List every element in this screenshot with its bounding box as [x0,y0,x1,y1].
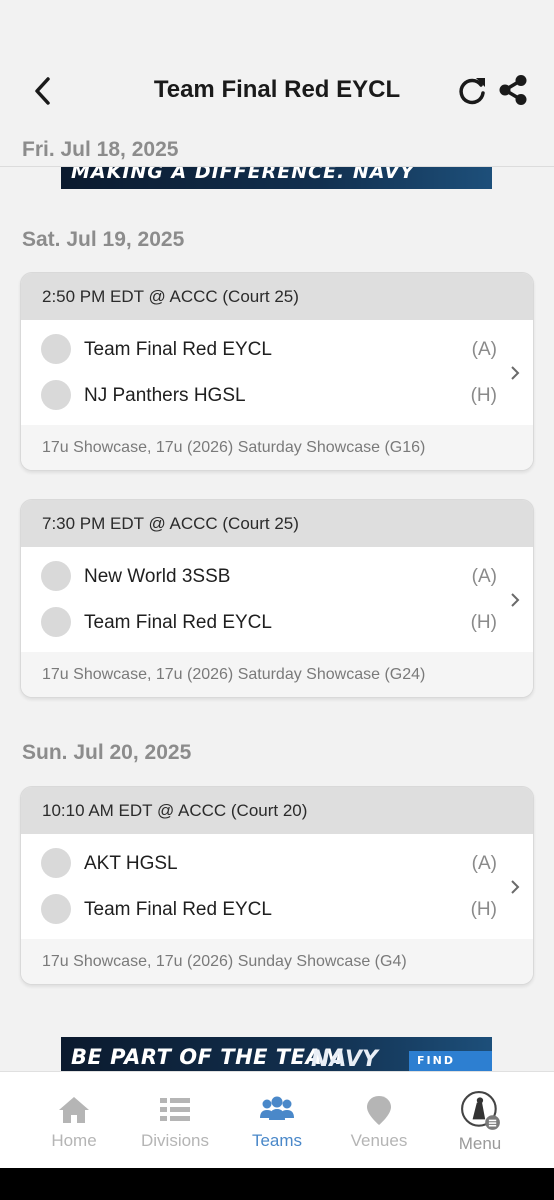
sticky-date-header: Fri. Jul 18, 2025 [0,130,554,167]
system-navigation-bar [0,1168,554,1200]
match-teams: AKT HGSL (A) Team Final Red EYCL (H) [21,834,533,939]
date-heading: Sun. Jul 20, 2025 [22,741,192,764]
date-heading: Sat. Jul 19, 2025 [22,228,185,251]
tab-label: Menu [458,1134,502,1153]
app-header: Team Final Red EYCL [0,0,554,130]
team-row: AKT HGSL (A) [21,840,533,886]
match-time-venue: 7:30 PM EDT @ ACCC (Court 25) [21,500,533,547]
team-logo-placeholder [41,848,71,878]
chevron-right-icon [511,593,520,607]
chevron-right-icon [511,880,520,894]
map-pin-icon [367,1096,391,1125]
chevron-right-icon [511,366,520,380]
refresh-button[interactable] [456,74,488,106]
match-teams: New World 3SSB (A) Team Final Red EYCL (… [21,547,533,652]
ad-find-button[interactable]: FIND [409,1051,492,1071]
team-name: NJ Panthers HGSL [84,385,246,406]
people-icon [260,1096,294,1120]
tab-teams[interactable]: Teams [222,1072,332,1169]
ad-banner-top[interactable]: MAKING A DIFFERENCE. NAVY [61,167,492,189]
team-name: Team Final Red EYCL [84,612,272,633]
ad-banner-bottom[interactable]: BE PART OF THE TEAM NAVY FIND ▷ [61,1037,492,1071]
team-side: (A) [471,853,497,874]
team-side: (H) [470,899,497,920]
date-heading: Fri. Jul 18, 2025 [22,138,179,161]
team-row: Team Final Red EYCL (H) [21,886,533,932]
team-name: AKT HGSL [84,853,178,874]
team-logo-placeholder [41,380,71,410]
match-division: 17u Showcase, 17u (2026) Saturday Showca… [21,425,533,470]
bottom-tab-bar: Home Divisions Teams Venues Menu [0,1071,554,1168]
match-card[interactable]: 10:10 AM EDT @ ACCC (Court 20) AKT HGSL … [20,786,534,985]
match-teams: Team Final Red EYCL (A) NJ Panthers HGSL… [21,320,533,425]
tab-venues[interactable]: Venues [324,1072,434,1169]
share-button[interactable] [497,74,529,106]
team-logo-placeholder [41,894,71,924]
match-division: 17u Showcase, 17u (2026) Saturday Showca… [21,652,533,697]
team-row: New World 3SSB (A) [21,553,533,599]
match-division: 17u Showcase, 17u (2026) Sunday Showcase… [21,939,533,984]
tab-label: Venues [350,1131,408,1150]
match-time-venue: 10:10 AM EDT @ ACCC (Court 20) [21,787,533,834]
team-row: Team Final Red EYCL (H) [21,599,533,645]
team-side: (H) [470,385,497,406]
refresh-icon [459,78,485,105]
tab-home[interactable]: Home [19,1072,129,1169]
team-name: Team Final Red EYCL [84,899,272,920]
team-logo-placeholder [41,607,71,637]
team-row: NJ Panthers HGSL (H) [21,372,533,418]
match-card[interactable]: 2:50 PM EDT @ ACCC (Court 25) Team Final… [20,272,534,471]
team-logo-placeholder [41,334,71,364]
team-side: (A) [471,566,497,587]
home-icon [59,1097,89,1123]
ad-brand: NAVY [311,1047,378,1071]
match-time-venue: 2:50 PM EDT @ ACCC (Court 25) [21,273,533,320]
tab-label: Divisions [140,1131,210,1150]
tab-menu[interactable]: Menu [425,1072,535,1169]
team-side: (A) [471,339,497,360]
match-card[interactable]: 7:30 PM EDT @ ACCC (Court 25) New World … [20,499,534,698]
tab-label: Home [51,1131,97,1150]
team-row: Team Final Red EYCL (A) [21,326,533,372]
team-logo-placeholder [41,561,71,591]
menu-avatar-icon [461,1091,500,1130]
team-name: New World 3SSB [84,566,231,587]
tab-divisions[interactable]: Divisions [120,1072,230,1169]
team-side: (H) [470,612,497,633]
team-name: Team Final Red EYCL [84,339,272,360]
ad-text: MAKING A DIFFERENCE. NAVY [71,167,415,183]
list-icon [160,1098,190,1121]
share-icon [499,75,527,105]
tab-label: Teams [251,1131,303,1150]
ad-text: BE PART OF THE TEAM [71,1045,344,1069]
